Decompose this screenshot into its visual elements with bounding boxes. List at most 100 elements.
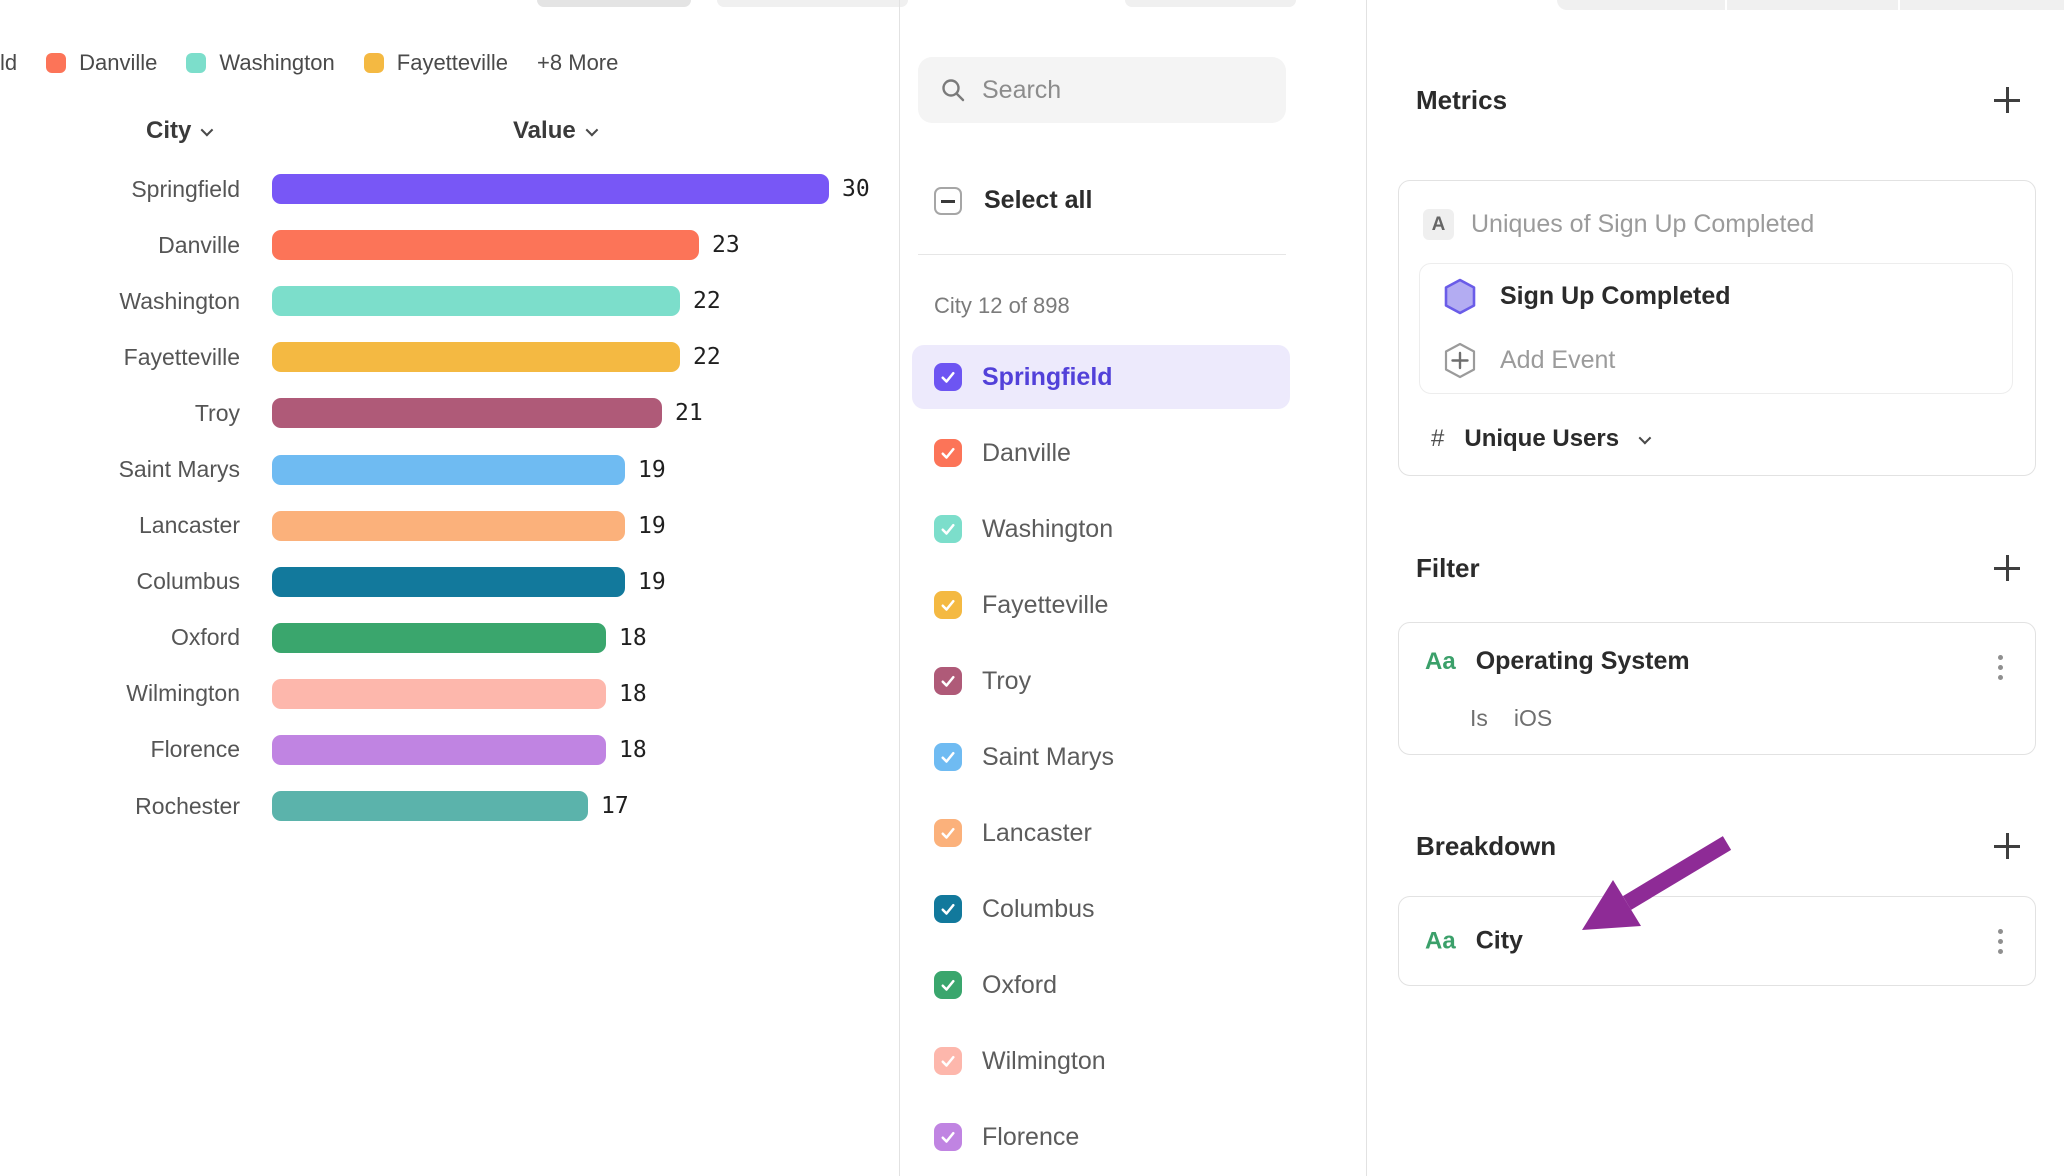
check-icon xyxy=(939,672,957,690)
bar-chart-row: Rochester 17 xyxy=(0,778,899,834)
bar[interactable] xyxy=(272,623,606,653)
bar-value-label: 19 xyxy=(638,513,666,539)
select-all-label: Select all xyxy=(984,186,1092,215)
city-checkbox-checked[interactable] xyxy=(934,515,962,543)
add-event-row[interactable]: Add Event xyxy=(1420,328,2012,392)
city-list-item-label: Fayetteville xyxy=(982,591,1108,620)
city-list-item[interactable]: Danville xyxy=(912,421,1290,485)
bar-value-label: 22 xyxy=(693,288,721,314)
legend-item-label: Washington xyxy=(219,50,334,76)
add-event-hexagon-icon xyxy=(1444,342,1476,379)
city-checkbox-checked[interactable] xyxy=(934,819,962,847)
city-checkbox-checked[interactable] xyxy=(934,743,962,771)
event-hexagon-icon xyxy=(1444,278,1476,315)
city-checkbox-checked[interactable] xyxy=(934,895,962,923)
city-list-item[interactable]: Florence xyxy=(912,1105,1290,1169)
bar-chart-row: Washington22 xyxy=(0,273,899,329)
city-checkbox-checked[interactable] xyxy=(934,971,962,999)
kebab-menu-icon[interactable] xyxy=(1987,649,2013,685)
filter-operator[interactable]: Is xyxy=(1470,705,1488,732)
add-breakdown-button[interactable] xyxy=(1992,831,2022,861)
bar-value-label: 23 xyxy=(712,232,740,258)
bar-value-label: 18 xyxy=(619,737,647,763)
bar-category-label: Fayetteville xyxy=(0,344,240,371)
legend-item-label: Danville xyxy=(79,50,157,76)
bar-chart-row: Lancaster19 xyxy=(0,498,899,554)
bar[interactable] xyxy=(272,398,662,428)
add-filter-button[interactable] xyxy=(1992,553,2022,583)
bar-chart-row: Oxford18 xyxy=(0,610,899,666)
bar[interactable] xyxy=(272,735,606,765)
column-header-value[interactable]: Value xyxy=(513,117,595,145)
city-checkbox-checked[interactable] xyxy=(934,363,962,391)
bar[interactable] xyxy=(272,455,625,485)
bar[interactable] xyxy=(272,230,699,260)
legend-items: Danville Washington Fayetteville xyxy=(46,50,508,76)
bar-value-label: 17 xyxy=(601,793,629,819)
bar[interactable] xyxy=(272,791,588,821)
bar[interactable] xyxy=(272,342,680,372)
city-list-item[interactable]: Troy xyxy=(912,649,1290,713)
metrics-heading: Metrics xyxy=(1416,85,1507,116)
legend-item[interactable]: Fayetteville xyxy=(364,50,508,76)
bar[interactable] xyxy=(272,679,606,709)
city-list-item-label: Danville xyxy=(982,439,1071,468)
select-all-checkbox-indeterminate[interactable] xyxy=(934,187,962,215)
filter-property-row[interactable]: Aa Operating System xyxy=(1425,647,1690,676)
city-checkbox-checked[interactable] xyxy=(934,439,962,467)
add-metric-button[interactable] xyxy=(1992,85,2022,115)
number-sign-icon: # xyxy=(1431,425,1444,453)
check-icon xyxy=(939,1128,957,1146)
inspector-panel: Metrics A Uniques of Sign Up Completed S… xyxy=(1367,0,2064,1176)
bar[interactable] xyxy=(272,511,625,541)
string-property-icon: Aa xyxy=(1425,927,1456,955)
city-list-item[interactable]: Wilmington xyxy=(912,1029,1290,1093)
event-row[interactable]: Sign Up Completed xyxy=(1420,264,2012,328)
metric-card: A Uniques of Sign Up Completed Sign Up C… xyxy=(1398,180,2036,476)
city-list-item[interactable]: Saint Marys xyxy=(912,725,1290,789)
bar-chart: Springfield30Danville23Washington22Fayet… xyxy=(0,161,899,834)
legend-item[interactable]: Washington xyxy=(186,50,334,76)
search-box[interactable] xyxy=(918,57,1286,123)
filter-value[interactable]: iOS xyxy=(1514,705,1552,732)
bar-value-label: 30 xyxy=(842,176,870,202)
city-checkbox-checked[interactable] xyxy=(934,1047,962,1075)
bar-category-label: Rochester xyxy=(0,793,240,820)
check-icon xyxy=(939,444,957,462)
filter-heading: Filter xyxy=(1416,553,1480,584)
city-list-item[interactable]: Washington xyxy=(912,497,1290,561)
city-checkbox-checked[interactable] xyxy=(934,667,962,695)
kebab-menu-icon[interactable] xyxy=(1987,923,2013,959)
column-header-city[interactable]: City xyxy=(146,117,210,145)
city-list-item-label: Wilmington xyxy=(982,1047,1106,1076)
measure-selector[interactable]: # Unique Users xyxy=(1431,425,1648,453)
check-icon xyxy=(939,976,957,994)
city-list-item[interactable]: Springfield xyxy=(912,345,1290,409)
legend-more-button[interactable]: +8 More xyxy=(537,50,618,76)
select-all-row[interactable]: Select all xyxy=(934,186,1092,215)
city-checkbox-checked[interactable] xyxy=(934,591,962,619)
chart-legend: ld Danville Washington Fayetteville +8 Mor… xyxy=(0,50,618,76)
breakdown-property-name: City xyxy=(1476,927,1523,956)
breakdown-property-row[interactable]: Aa City xyxy=(1425,927,1523,956)
filter-card: Aa Operating System Is iOS xyxy=(1398,622,2036,755)
chevron-down-icon xyxy=(1639,431,1652,444)
bar-chart-row: Troy21 xyxy=(0,385,899,441)
check-icon xyxy=(939,1052,957,1070)
city-list-item[interactable]: Lancaster xyxy=(912,801,1290,865)
city-list-item-label: Troy xyxy=(982,667,1031,696)
city-checkbox-checked[interactable] xyxy=(934,1123,962,1151)
city-list-item[interactable]: Oxford xyxy=(912,953,1290,1017)
bar[interactable] xyxy=(272,286,680,316)
legend-item-truncated[interactable]: ld xyxy=(0,50,17,76)
metric-summary-row[interactable]: A Uniques of Sign Up Completed xyxy=(1423,209,1814,240)
city-list-item[interactable]: Fayetteville xyxy=(912,573,1290,637)
search-input[interactable] xyxy=(982,76,1252,105)
city-list-item[interactable]: Columbus xyxy=(912,877,1290,941)
bar-category-label: Saint Marys xyxy=(0,456,240,483)
bar-chart-row: Springfield30 xyxy=(0,161,899,217)
bar[interactable] xyxy=(272,567,625,597)
event-card: Sign Up Completed Add Event xyxy=(1419,263,2013,394)
bar[interactable] xyxy=(272,174,829,204)
legend-item[interactable]: Danville xyxy=(46,50,157,76)
